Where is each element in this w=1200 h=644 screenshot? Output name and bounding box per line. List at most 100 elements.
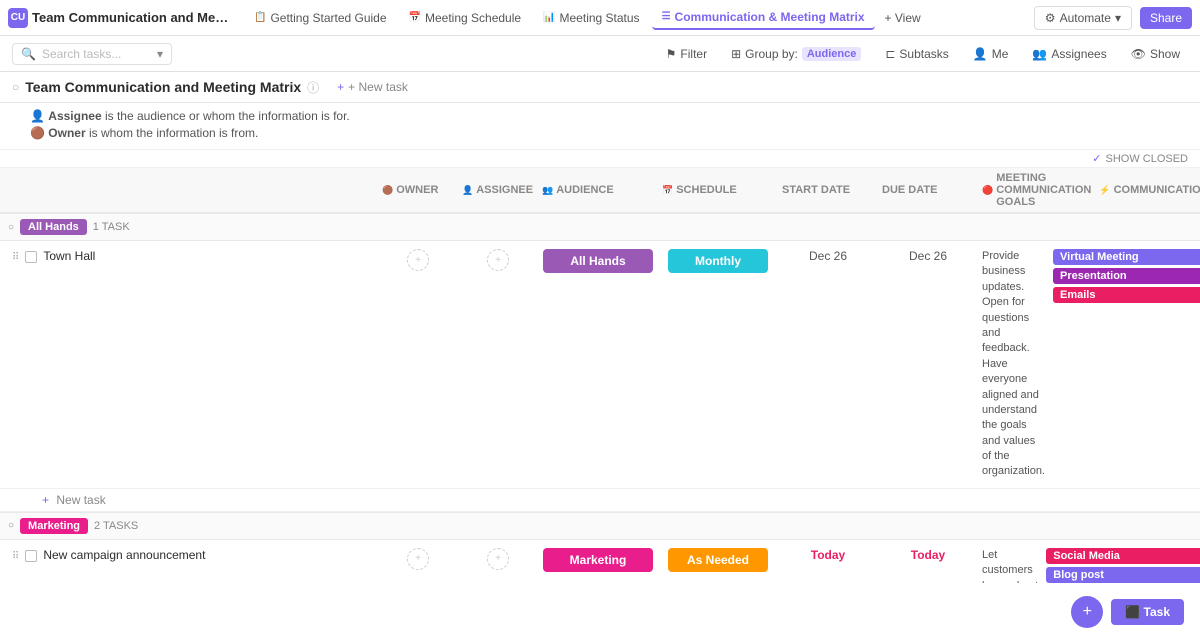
automate-button[interactable]: ⚙ Automate ▾ [1034, 6, 1132, 30]
assignees-button[interactable]: 👥 Assignees [1024, 44, 1114, 64]
plus-icon: + [42, 493, 49, 507]
filter-button[interactable]: ⚑ Filter [658, 44, 715, 64]
col-assignee: 👤 ASSIGNEE [458, 184, 538, 196]
owner-cell: + [378, 245, 458, 275]
eye-icon: 👁 [1131, 47, 1146, 61]
column-headers: 🟤 OWNER 👤 ASSIGNEE 👥 AUDIENCE 📅 SCHEDULE… [0, 168, 1200, 213]
info-icon: ⓘ [307, 79, 319, 96]
comm-badge[interactable]: Social Media [1046, 548, 1200, 564]
task-checkbox[interactable] [25, 251, 37, 263]
goals-icon: 🔴 [982, 185, 993, 196]
col-owner: 🟤 OWNER [378, 184, 458, 196]
goals-cell: Provide business updates. Open for quest… [978, 245, 1049, 484]
assignee-circle[interactable]: + [487, 249, 509, 271]
tab-bar: 📋 Getting Started Guide 📅 Meeting Schedu… [244, 6, 1030, 30]
due-date-cell: Dec 26 [878, 245, 978, 267]
task-button[interactable]: ⬛ Task [1111, 599, 1184, 625]
group-chevron-marketing[interactable]: ○ [8, 520, 14, 531]
info-owner: 🟤 Owner is whom the information is from. [30, 126, 1188, 140]
col-schedule: 📅 SCHEDULE [658, 184, 778, 196]
search-input[interactable]: 🔍 Search tasks... ▾ [12, 43, 172, 65]
chevron-down-icon: ▾ [1115, 11, 1121, 25]
assignee-cell: + [458, 245, 538, 275]
group-header-all-hands: ○ All Hands 1 TASK [0, 213, 1200, 241]
group-icon: ⊞ [731, 47, 741, 61]
assignee-circle[interactable]: + [487, 548, 509, 570]
group-count-all-hands: 1 TASK [93, 221, 130, 233]
schedule-pill[interactable]: Monthly [668, 249, 768, 273]
checkmark-icon: ✓ [1092, 152, 1101, 165]
audience-icon: 👥 [542, 185, 553, 196]
comm-cell: Virtual Meeting Presentation Emails [1049, 245, 1200, 307]
audience-pill[interactable]: All Hands [543, 249, 653, 273]
topbar-right: ⚙ Automate ▾ Share [1034, 6, 1192, 30]
share-button[interactable]: Share [1140, 7, 1192, 29]
add-view-button[interactable]: + View [877, 7, 929, 29]
floating-actions: + ⬛ Task [1071, 596, 1184, 628]
new-task-row-all-hands[interactable]: + New task [0, 489, 1200, 512]
tab-icon-getting-started: 📋 [254, 12, 266, 23]
tab-meeting-status[interactable]: 📊 Meeting Status [533, 7, 650, 29]
me-icon: 👤 [973, 47, 988, 61]
app-icon: CU [8, 8, 28, 28]
show-closed-area: ✓ SHOW CLOSED [0, 150, 1200, 168]
add-task-fab[interactable]: + [1071, 596, 1103, 628]
group-chevron-all-hands[interactable]: ○ [8, 222, 14, 233]
list-header: ○ Team Communication and Meeting Matrix … [0, 72, 1200, 103]
task-checkbox[interactable] [25, 550, 37, 562]
owner-circle[interactable]: + [407, 249, 429, 271]
info-assignee: 👤 Assignee is the audience or whom the i… [30, 109, 1188, 123]
tab-meeting-schedule[interactable]: 📅 Meeting Schedule [399, 7, 532, 29]
audience-cell: All Hands [538, 245, 658, 277]
toolbar: 🔍 Search tasks... ▾ ⚑ Filter ⊞ Group by:… [0, 36, 1200, 72]
schedule-cell: Monthly [658, 245, 778, 277]
table-row: ⠿ Town Hall + + All Hands Monthly Dec 26… [0, 241, 1200, 489]
filter-icon: ⚑ [666, 47, 677, 61]
me-button[interactable]: 👤 Me [965, 44, 1017, 64]
show-closed-button[interactable]: ✓ SHOW CLOSED [1092, 152, 1188, 165]
show-button[interactable]: 👁 Show [1123, 44, 1188, 64]
automate-icon: ⚙ [1045, 11, 1056, 25]
comm-icon: ⚡ [1099, 185, 1110, 196]
schedule-icon: 📅 [662, 185, 673, 196]
group-header-marketing: ○ Marketing 2 TASKS [0, 512, 1200, 540]
task-name: New campaign announcement [43, 548, 205, 562]
group-count-marketing: 2 TASKS [94, 520, 138, 532]
schedule-pill[interactable]: As Needed [668, 548, 768, 572]
search-icon: 🔍 [21, 47, 36, 61]
table-row: ⠿ New campaign announcement + + Marketin… [0, 540, 1200, 583]
group-badge-marketing[interactable]: Marketing [20, 518, 88, 534]
owner-circle[interactable]: + [407, 548, 429, 570]
group-all-hands: ○ All Hands 1 TASK ⠿ Town Hall + + All H… [0, 213, 1200, 512]
tab-icon-meeting-schedule: 📅 [409, 12, 421, 23]
assignees-icon: 👥 [1032, 47, 1047, 61]
group-by-button[interactable]: ⊞ Group by: Audience [723, 44, 869, 64]
comm-badge[interactable]: Virtual Meeting [1053, 249, 1200, 265]
group-name-cell-all-hands: ○ All Hands 1 TASK [8, 219, 378, 235]
toolbar-actions: ⚑ Filter ⊞ Group by: Audience ⊏ Subtasks… [658, 44, 1188, 64]
assignee-icon: 👤 [462, 185, 473, 196]
col-comm-method: ⚡ COMMUNICATION METHOD [1095, 184, 1200, 196]
chevron-down-icon: ▾ [157, 47, 163, 61]
comm-badge[interactable]: Blog post [1046, 567, 1200, 583]
subtasks-button[interactable]: ⊏ Subtasks [877, 44, 956, 64]
audience-pill[interactable]: Marketing [543, 548, 653, 572]
comm-cell: Social Media Blog post Emails [1042, 544, 1200, 583]
comm-badge[interactable]: Presentation [1053, 268, 1200, 284]
tab-communication-matrix[interactable]: ☰ Communication & Meeting Matrix [652, 6, 875, 30]
owner-icon: 🟤 [382, 185, 393, 196]
group-badge-all-hands[interactable]: All Hands [20, 219, 87, 235]
main-content: ○ All Hands 1 TASK ⠿ Town Hall + + All H… [0, 213, 1200, 583]
group-by-value: Audience [802, 47, 862, 61]
comm-badge[interactable]: Emails [1053, 287, 1200, 303]
col-start-date: START DATE [778, 184, 878, 196]
col-goals: 🔴 MEETING COMMUNICATION GOALS [978, 172, 1095, 208]
group-marketing: ○ Marketing 2 TASKS ⠿ New campaign annou… [0, 512, 1200, 583]
topbar: CU Team Communication and Meeting Ma... … [0, 0, 1200, 36]
tab-getting-started[interactable]: 📋 Getting Started Guide [244, 7, 397, 29]
tab-icon-meeting-status: 📊 [543, 12, 555, 23]
start-date-cell: Dec 26 [778, 245, 878, 267]
plus-icon: + [337, 80, 344, 94]
task-name: Town Hall [43, 249, 95, 263]
new-task-button[interactable]: + + New task [331, 78, 414, 96]
